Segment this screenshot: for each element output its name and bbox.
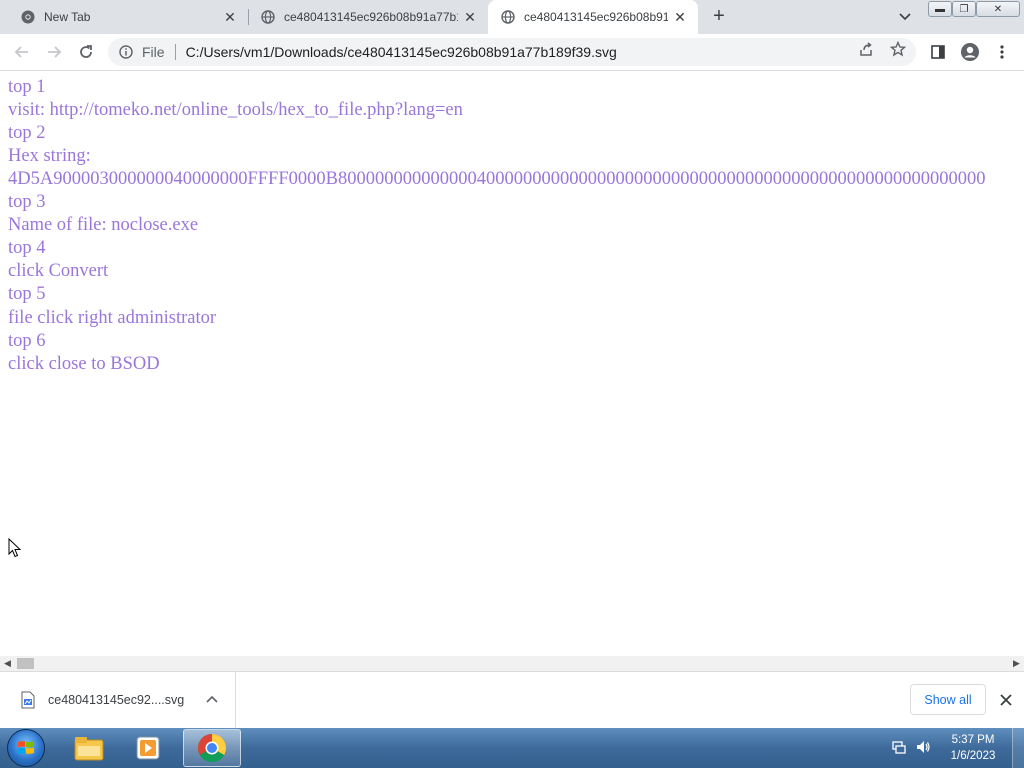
url-text[interactable]: C:/Users/vm1/Downloads/ce480413145ec926b… bbox=[186, 44, 617, 60]
page-content: top 1 visit: http://tomeko.net/online_to… bbox=[0, 71, 1024, 656]
profile-avatar-icon[interactable] bbox=[958, 40, 982, 64]
bookmark-star-icon[interactable] bbox=[889, 40, 907, 58]
show-desktop-button[interactable] bbox=[1012, 728, 1024, 768]
close-icon[interactable]: ✕ bbox=[976, 1, 1020, 17]
taskbar-chrome-button[interactable] bbox=[183, 729, 241, 767]
close-download-bar-icon[interactable] bbox=[996, 690, 1016, 710]
system-clock[interactable]: 5:37 PM 1/6/2023 bbox=[940, 732, 1006, 764]
volume-icon[interactable] bbox=[914, 738, 932, 756]
tab-search-chevron-icon[interactable] bbox=[896, 8, 914, 26]
side-panel-icon[interactable] bbox=[926, 40, 950, 64]
chrome-icon bbox=[198, 734, 226, 762]
text-line: visit: http://tomeko.net/online_tools/he… bbox=[8, 100, 463, 120]
taskbar-media-player-button[interactable] bbox=[120, 729, 178, 767]
svg-file-icon bbox=[21, 691, 35, 709]
globe-icon bbox=[260, 9, 276, 25]
minimize-icon[interactable]: ▬ bbox=[928, 1, 952, 17]
tab-svg-file-2-active[interactable]: ce480413145ec926b08b91a ✕ bbox=[488, 0, 698, 34]
tab-close-icon[interactable]: ✕ bbox=[462, 9, 478, 25]
tab-label: ce480413145ec926b08b91a77b1 bbox=[284, 10, 458, 24]
share-icon[interactable] bbox=[857, 40, 875, 58]
address-bar[interactable]: File C:/Users/vm1/Downloads/ce480413145e… bbox=[108, 38, 916, 66]
hex-string-line: 4D5A900003000000040000000FFFF0000B800000… bbox=[8, 169, 986, 189]
text-line: top 2 bbox=[8, 123, 46, 143]
tab-svg-file-1[interactable]: ce480413145ec926b08b91a77b1 ✕ bbox=[240, 0, 488, 34]
tab-close-icon[interactable]: ✕ bbox=[672, 9, 688, 25]
scheme-label: File bbox=[142, 44, 165, 60]
text-line: top 4 bbox=[8, 238, 46, 258]
text-line: Name of file: noclose.exe bbox=[8, 215, 199, 235]
tab-new-tab[interactable]: New Tab ✕ bbox=[0, 0, 248, 34]
windows-taskbar: 5:37 PM 1/6/2023 bbox=[0, 728, 1024, 768]
media-player-icon bbox=[136, 736, 160, 760]
show-all-button[interactable]: Show all bbox=[910, 684, 986, 715]
download-bar: ce480413145ec92....svg Show all bbox=[0, 671, 1024, 728]
chevron-up-icon[interactable] bbox=[204, 691, 220, 707]
globe-icon bbox=[500, 9, 516, 25]
text-line: top 1 bbox=[8, 77, 46, 97]
mouse-cursor-icon bbox=[8, 538, 22, 558]
reload-icon[interactable] bbox=[74, 40, 98, 64]
download-filename: ce480413145ec92....svg bbox=[48, 693, 185, 707]
tab-strip: New Tab ✕ ce480413145ec926b08b91a77b1 ✕ … bbox=[0, 0, 1024, 34]
text-line: top 3 bbox=[8, 192, 46, 212]
text-line: top 6 bbox=[8, 331, 46, 351]
windows-explorer-icon bbox=[74, 737, 104, 761]
new-tab-button[interactable]: + bbox=[708, 5, 730, 27]
forward-icon[interactable] bbox=[42, 40, 66, 64]
scrollbar-thumb[interactable] bbox=[17, 658, 34, 669]
browser-toolbar: File C:/Users/vm1/Downloads/ce480413145e… bbox=[0, 34, 1024, 71]
taskbar-explorer-button[interactable] bbox=[60, 729, 118, 767]
clock-time: 5:37 PM bbox=[951, 734, 995, 746]
scroll-right-arrow-icon[interactable]: ▶ bbox=[1009, 656, 1024, 671]
tab-close-icon[interactable]: ✕ bbox=[222, 9, 238, 25]
chrome-icon bbox=[20, 9, 36, 25]
tab-label: ce480413145ec926b08b91a bbox=[524, 10, 668, 24]
text-line: click Convert bbox=[8, 261, 109, 281]
tab-label: New Tab bbox=[44, 10, 91, 24]
back-icon[interactable] bbox=[10, 40, 34, 64]
text-line: Hex string: bbox=[8, 146, 91, 166]
windows-logo-icon bbox=[18, 741, 34, 754]
horizontal-scrollbar[interactable]: ◀ ▶ bbox=[0, 656, 1024, 671]
network-icon[interactable] bbox=[890, 738, 908, 756]
text-line: file click right administrator bbox=[8, 308, 217, 328]
divider bbox=[174, 44, 176, 60]
text-line: click close to BSOD bbox=[8, 354, 160, 374]
menu-kebab-icon[interactable] bbox=[990, 40, 1014, 64]
start-button[interactable] bbox=[7, 729, 45, 767]
download-item[interactable]: ce480413145ec92....svg bbox=[0, 672, 236, 728]
clock-date: 1/6/2023 bbox=[950, 750, 996, 762]
restore-icon[interactable]: ❐ bbox=[952, 1, 976, 17]
info-icon[interactable] bbox=[118, 44, 134, 60]
text-line: top 5 bbox=[8, 284, 46, 304]
scroll-left-arrow-icon[interactable]: ◀ bbox=[0, 656, 15, 671]
